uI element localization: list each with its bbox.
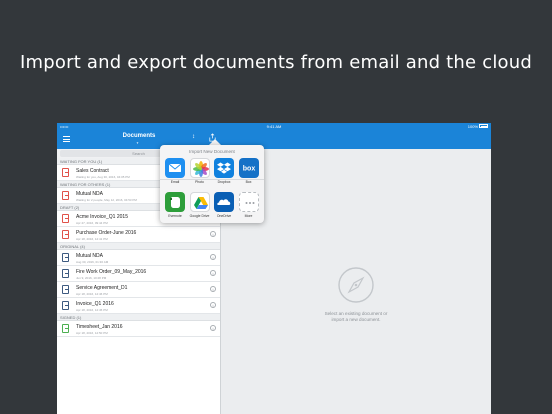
document-icon — [62, 191, 69, 200]
import-source-photos[interactable]: Photo — [189, 158, 211, 187]
document-row[interactable]: Invoice_Q1 2016 Apr 18, 2016, 12:45 PM i — [57, 298, 220, 314]
nav-title[interactable]: Documents — [57, 133, 221, 139]
document-title: Fire Work Order_09_May_2016 — [76, 269, 147, 275]
document-title: Mutual NDA — [76, 253, 103, 259]
import-source-more[interactable]: More — [238, 192, 260, 221]
dropbox-icon — [214, 158, 234, 178]
document-row[interactable]: Service Agreement_D1 Apr 18, 2016, 12:46 … — [57, 282, 220, 298]
sort-icon[interactable]: ↕ — [192, 134, 195, 140]
document-subtitle: Jun 9, 2016, 10:28 PM — [76, 275, 107, 280]
info-icon[interactable]: i — [210, 270, 216, 276]
document-title: Purchase Order-June 2016 — [76, 230, 137, 236]
document-title: Sales Contract — [76, 168, 109, 174]
chevron-down-icon[interactable]: ▼ — [136, 141, 139, 145]
marketing-headline: Import and export documents from email a… — [20, 52, 532, 73]
document-subtitle: Waiting for 2 people, May 12, 2016, 04:5… — [76, 197, 137, 202]
import-source-google-drive[interactable]: Google Drive — [189, 192, 211, 221]
document-title: Acme Invoice_Q1 2015 — [76, 214, 128, 220]
import-source-evernote[interactable]: Evernote — [164, 192, 186, 221]
document-row[interactable]: Timesheet_Jan 2016 Apr 18, 2016, 12:50 PM… — [57, 321, 220, 337]
document-subtitle: Apr 18, 2016, 12:50 PM — [76, 330, 108, 335]
import-popover: Import New Document Email Photo Dropbox box… — [160, 145, 264, 223]
section-header: ORIGINAL (4) — [57, 243, 220, 250]
photos-icon — [189, 158, 210, 178]
battery-icon — [479, 124, 488, 129]
section-header: SIGNED (1) — [57, 314, 220, 321]
import-source-box[interactable]: box Box — [238, 158, 260, 187]
status-bar: •••••• 9:41 AM 100% — [57, 123, 491, 130]
document-title: Mutual NDA — [76, 191, 103, 197]
evernote-icon — [165, 192, 185, 212]
onedrive-icon — [214, 192, 234, 212]
document-subtitle: Aug 30, 2016, 01:30 AM — [76, 259, 109, 264]
google-drive-icon — [189, 192, 210, 212]
document-icon — [62, 168, 69, 177]
document-icon — [62, 253, 69, 262]
document-title: Invoice_Q1 2016 — [76, 301, 114, 307]
document-subtitle: Apr 18, 2016, 12:41 PM — [76, 236, 108, 241]
document-row[interactable]: Mutual NDA Aug 30, 2016, 01:30 AM i — [57, 250, 220, 266]
more-icon — [238, 192, 259, 212]
document-title: Service Agreement_D1 — [76, 285, 128, 291]
info-icon[interactable]: i — [210, 325, 216, 331]
document-icon — [62, 230, 69, 239]
info-icon[interactable]: i — [210, 254, 216, 260]
info-icon[interactable]: i — [210, 302, 216, 308]
import-source-label: Box — [245, 179, 252, 184]
empty-state-text: Select an existing document or import a … — [221, 311, 491, 323]
import-source-onedrive[interactable]: OneDrive — [213, 192, 235, 221]
document-title: Timesheet_Jan 2016 — [76, 324, 123, 330]
document-icon — [62, 214, 69, 223]
compass-icon — [338, 267, 374, 303]
info-icon[interactable]: i — [210, 231, 216, 237]
status-time: 9:41 AM — [266, 124, 282, 129]
empty-state-line2: import a new document. — [331, 317, 381, 322]
document-icon — [62, 301, 69, 310]
svg-text:box: box — [242, 166, 255, 173]
document-subtitle: Waiting for you, Aug 30, 2016, 04:05 PM — [76, 174, 130, 179]
box-icon: box — [238, 158, 259, 178]
document-icon — [62, 269, 69, 278]
import-source-dropbox[interactable]: Dropbox — [213, 158, 235, 187]
battery-percent: 100% — [467, 124, 478, 129]
import-source-label: More — [244, 213, 253, 218]
import-source-mail[interactable]: Email — [164, 158, 186, 187]
document-subtitle: Apr 18, 2016, 12:45 PM — [76, 307, 108, 312]
document-subtitle: Apr 18, 2016, 12:46 PM — [76, 291, 108, 296]
document-row[interactable]: Fire Work Order_09_May_2016 Jun 9, 2016, … — [57, 266, 220, 282]
mail-icon — [165, 158, 185, 178]
document-subtitle: Apr 27, 2016, 09:44 PM — [76, 220, 108, 225]
popover-title: Import New Document — [189, 149, 235, 154]
document-icon — [62, 285, 69, 294]
battery-indicator: 100% — [468, 123, 488, 130]
ipad-screen: •••••• 9:41 AM 100% Documents ▼ ↕ Search… — [57, 123, 491, 414]
document-icon — [62, 324, 69, 333]
document-row[interactable]: Purchase Order-June 2016 Apr 18, 2016, 12… — [57, 227, 220, 243]
info-icon[interactable]: i — [210, 286, 216, 292]
